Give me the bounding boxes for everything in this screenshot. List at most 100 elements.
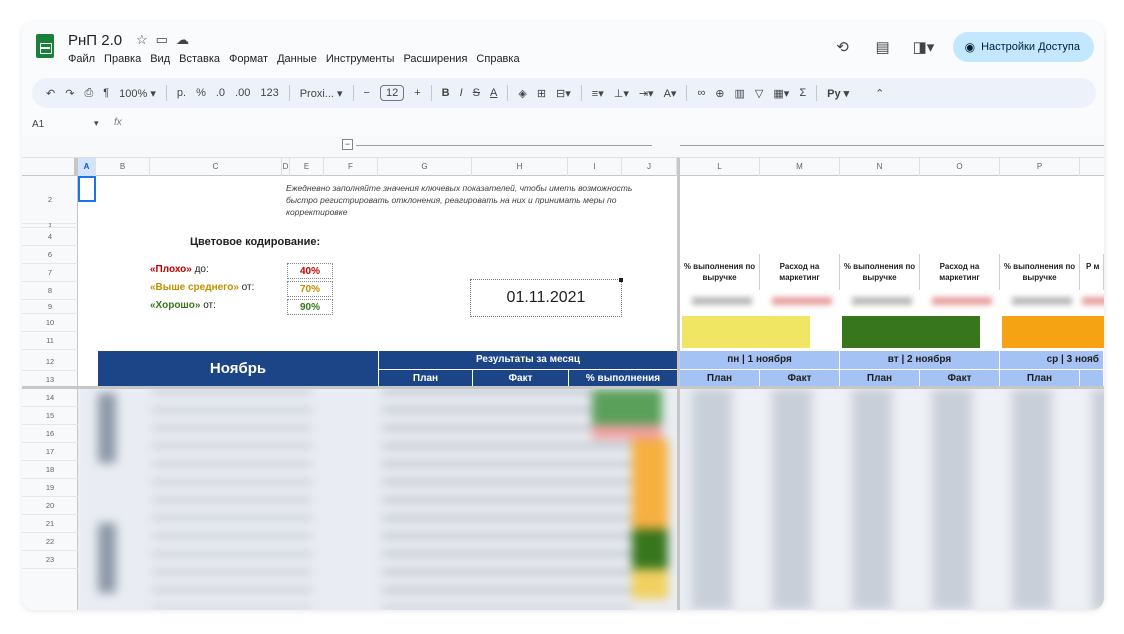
row-header[interactable]: 12 (22, 353, 78, 371)
legend-good-value[interactable]: 90% (287, 299, 333, 315)
menu-insert[interactable]: Вставка (179, 53, 220, 65)
menu-help[interactable]: Справка (476, 53, 519, 65)
print-icon[interactable]: ⎙ (84, 87, 93, 100)
share-button[interactable]: ◉ Настройки Доступа (952, 32, 1094, 62)
selected-cell-a1[interactable] (78, 176, 96, 202)
column-header-b[interactable]: B (96, 158, 150, 176)
column-header-c[interactable]: C (150, 158, 282, 176)
column-header-h[interactable]: H (472, 158, 568, 176)
filter-icon[interactable]: ▽ (755, 87, 763, 100)
column-header-f[interactable]: F (324, 158, 378, 176)
menu-tools[interactable]: Инструменты (326, 53, 395, 65)
month-title: Ноябрь (98, 351, 378, 387)
chevron-down-icon[interactable]: ▾ (94, 118, 99, 129)
redo-icon[interactable]: ↷ (65, 87, 74, 100)
star-icon[interactable]: ☆ (136, 32, 148, 48)
legend-bad-value[interactable]: 40% (287, 263, 333, 279)
spreadsheet-grid[interactable]: − A B C D E F G H I J L M N O P 2 3 4 6 (22, 136, 1104, 610)
comments-icon[interactable]: ▤ (873, 38, 893, 56)
cloud-icon[interactable]: ☁ (176, 32, 189, 48)
bold-button[interactable]: B (442, 87, 450, 99)
folder-icon[interactable]: ▭ (156, 32, 168, 48)
insert-chart-icon[interactable]: ▥ (735, 87, 745, 100)
filter-views-icon[interactable]: ▦▾ (773, 87, 789, 100)
column-header-j[interactable]: J (622, 158, 677, 176)
column-header-n[interactable]: N (840, 158, 920, 176)
menu-extensions[interactable]: Расширения (403, 53, 467, 65)
zoom-select[interactable]: 100% ▾ (119, 87, 156, 100)
menu-edit[interactable]: Правка (104, 53, 141, 65)
strikethrough-icon[interactable]: S (473, 87, 480, 99)
row-header[interactable]: 11 (22, 332, 78, 350)
date-cell[interactable]: 01.11.2021 (470, 278, 623, 317)
row-header[interactable]: 15 (22, 407, 78, 425)
header-actions: ⟲ ▤ ◨▾ ◉ Настройки Доступа (833, 32, 1094, 62)
collapse-toolbar-icon[interactable]: ⌃ (875, 87, 884, 100)
decrease-decimal-button[interactable]: .0 (216, 87, 225, 99)
input-tools-button[interactable]: Py ▾ (827, 87, 849, 100)
row-header[interactable]: 18 (22, 461, 78, 479)
select-all-corner[interactable] (22, 158, 78, 176)
insert-link-icon[interactable]: ∞ (697, 87, 705, 99)
name-box[interactable]: A1 (32, 119, 44, 130)
vertical-align-icon[interactable]: ⊥▾ (614, 87, 629, 100)
toolbar-divider (288, 85, 290, 101)
column-header-a[interactable]: A (78, 158, 96, 176)
menu-view[interactable]: Вид (150, 53, 170, 65)
history-icon[interactable]: ⟲ (833, 38, 853, 56)
text-color-button[interactable]: A (490, 87, 497, 99)
menu-data[interactable]: Данные (277, 53, 317, 65)
meet-icon[interactable]: ◨▾ (913, 38, 935, 56)
menu-format[interactable]: Формат (229, 53, 268, 65)
sheets-logo-icon[interactable] (36, 34, 54, 58)
functions-icon[interactable]: Σ (799, 87, 806, 99)
menu-file[interactable]: Файл (68, 53, 95, 65)
row-header[interactable]: 21 (22, 515, 78, 533)
paint-format-icon[interactable]: ¶ (103, 87, 109, 99)
number-format-button[interactable]: 123 (260, 87, 278, 99)
row-header[interactable]: 6 (22, 246, 78, 264)
collapse-group-icon[interactable]: − (342, 139, 353, 150)
row-header[interactable]: 8 (22, 282, 78, 300)
borders-icon[interactable]: ⊞ (537, 87, 546, 100)
undo-icon[interactable]: ↶ (46, 87, 55, 100)
merge-cells-icon[interactable]: ⊟▾ (556, 87, 571, 100)
row-header[interactable]: 4 (22, 228, 78, 246)
row-header[interactable]: 7 (22, 264, 78, 282)
document-title[interactable]: РнП 2.0 (68, 32, 122, 49)
text-wrap-icon[interactable]: ⇥▾ (639, 87, 654, 100)
fill-color-icon[interactable]: ◈ (518, 87, 526, 100)
column-header-d[interactable]: D (282, 158, 290, 176)
column-header-o[interactable]: O (920, 158, 1000, 176)
legend-above-average-value[interactable]: 70% (287, 281, 333, 297)
column-header-e[interactable]: E (290, 158, 324, 176)
column-header-p[interactable]: P (1000, 158, 1080, 176)
italic-button[interactable]: I (460, 87, 463, 99)
column-header-g[interactable]: G (378, 158, 472, 176)
row-header[interactable]: 14 (22, 389, 78, 407)
frozen-row-divider[interactable] (22, 386, 1104, 389)
row-header[interactable]: 10 (22, 314, 78, 332)
column-header-l[interactable]: L (680, 158, 760, 176)
column-header-m[interactable]: M (760, 158, 840, 176)
font-size-decrease-icon[interactable]: − (364, 87, 370, 99)
currency-format-button[interactable]: р. (177, 87, 186, 99)
frozen-column-divider[interactable] (677, 158, 680, 610)
row-header[interactable]: 22 (22, 533, 78, 551)
font-size-input[interactable]: 12 (379, 85, 405, 101)
text-rotation-icon[interactable]: A▾ (664, 87, 677, 100)
column-header-i[interactable]: I (568, 158, 622, 176)
row-header[interactable]: 19 (22, 479, 78, 497)
row-header[interactable]: 20 (22, 497, 78, 515)
percent-format-button[interactable]: % (196, 87, 206, 99)
row-header[interactable]: 9 (22, 300, 78, 314)
row-header[interactable]: 2 (22, 176, 78, 224)
row-header[interactable]: 17 (22, 443, 78, 461)
row-header[interactable]: 16 (22, 425, 78, 443)
row-header[interactable]: 23 (22, 551, 78, 569)
increase-decimal-button[interactable]: .00 (235, 87, 250, 99)
insert-comment-icon[interactable]: ⊕ (715, 87, 724, 100)
font-select[interactable]: Proxi... ▾ (300, 87, 343, 100)
horizontal-align-icon[interactable]: ≡▾ (592, 87, 604, 100)
font-size-increase-icon[interactable]: + (414, 87, 420, 99)
